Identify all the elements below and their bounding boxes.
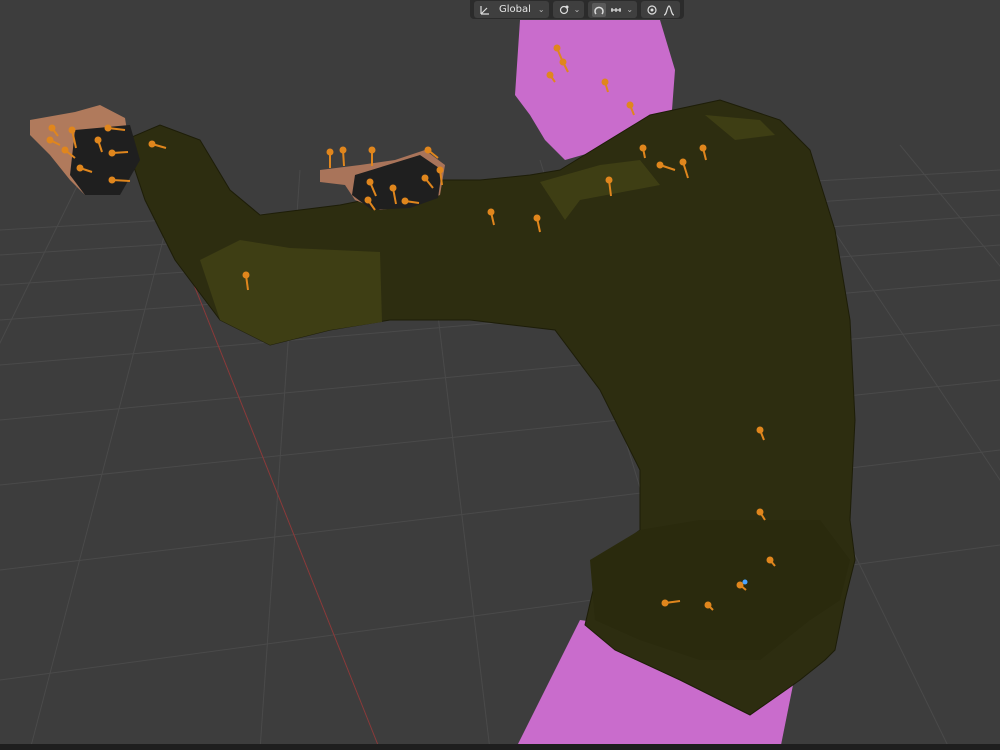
elbow-patch (200, 240, 382, 345)
pivot-point-icon (557, 3, 571, 17)
origin-point (742, 579, 748, 585)
chevron-down-icon: ⌄ (537, 5, 545, 14)
snap-icon[interactable] (592, 2, 607, 17)
orientation-label: Global (499, 4, 531, 15)
chevron-down-icon: ⌄ (573, 5, 581, 14)
3d-viewport[interactable]: Global ⌄ ⌄ ⌄ (0, 0, 1000, 750)
snap-increment-icon[interactable] (609, 3, 623, 17)
snap-group[interactable]: ⌄ (588, 1, 638, 18)
proportional-editing-icon[interactable] (645, 3, 659, 17)
chevron-down-icon: ⌄ (626, 5, 634, 14)
viewport-bottom-border (0, 744, 1000, 750)
viewport-header-toolbar: Global ⌄ ⌄ ⌄ (470, 0, 685, 19)
pivot-point-dropdown[interactable]: ⌄ (552, 1, 585, 18)
transform-orientation-dropdown[interactable]: Global ⌄ (474, 1, 549, 18)
viewport-scene[interactable] (0, 0, 1000, 750)
proportional-editing-group[interactable] (641, 1, 681, 18)
transform-orientation-icon (478, 3, 492, 17)
sweater-mesh[interactable] (124, 99, 856, 716)
falloff-curve-icon[interactable] (662, 3, 676, 17)
